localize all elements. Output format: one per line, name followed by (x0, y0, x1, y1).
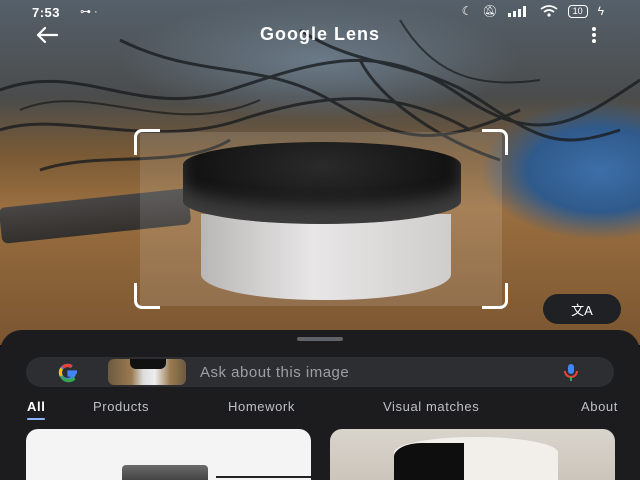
translate-icon: 文A (571, 302, 593, 318)
selected-image-thumbnail[interactable] (108, 359, 186, 385)
tab-about[interactable]: About (581, 399, 618, 414)
tab-all[interactable]: All (27, 399, 46, 420)
result-image (122, 465, 208, 480)
mute-icon: 🔕︎ (482, 4, 498, 18)
tab-products[interactable]: Products (93, 399, 149, 414)
wifi-icon (540, 5, 558, 17)
moon-icon: ☾ (461, 4, 473, 18)
search-bar[interactable] (26, 357, 614, 387)
object-lid (183, 142, 461, 224)
sheet-drag-handle[interactable] (297, 337, 343, 341)
result-card[interactable] (26, 429, 311, 480)
signal-icon (507, 6, 526, 17)
page-title: Google Lens (259, 24, 380, 44)
status-right-icons: ☾ 🔕︎ 10 ϟ (462, 4, 604, 18)
filter-tabs: All Products Homework Visual matches Abo… (0, 396, 640, 420)
crop-handle-top-right[interactable] (482, 129, 508, 155)
object-base (201, 214, 451, 300)
crop-handle-bottom-left[interactable] (134, 283, 160, 309)
battery-icon: 10 (567, 4, 588, 18)
more-vert-icon (592, 27, 596, 31)
status-left-icons: ⊶ · (80, 6, 98, 18)
search-input[interactable] (200, 363, 530, 381)
google-g-icon (58, 363, 77, 383)
tab-homework[interactable]: Homework (228, 399, 295, 414)
more-options-button[interactable] (584, 24, 604, 46)
charging-icon: ϟ (597, 4, 604, 18)
crop-handle-bottom-right[interactable] (482, 283, 508, 309)
result-card[interactable] (330, 429, 615, 480)
results-sheet: All Products Homework Visual matches Abo… (0, 330, 640, 480)
camera-viewfinder[interactable] (0, 0, 640, 345)
app-bar: Google Lens (0, 20, 640, 50)
translate-button[interactable]: 文A (543, 294, 621, 324)
tab-visual-matches[interactable]: Visual matches (383, 399, 479, 414)
crop-handle-top-left[interactable] (134, 129, 160, 155)
status-time: 7:53 (32, 5, 61, 20)
mic-icon[interactable] (561, 362, 581, 382)
